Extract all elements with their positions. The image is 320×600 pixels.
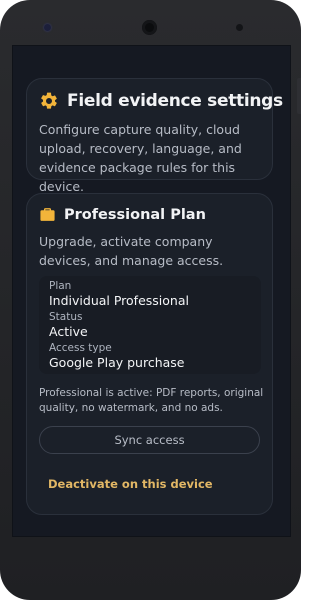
plan-card: Professional Plan Upgrade, activate comp… [26,193,273,515]
status-value: Active [49,324,88,339]
front-camera [142,20,157,35]
plan-header: Professional Plan [39,206,206,223]
plan-info-panel: Plan Individual Professional Status Acti… [39,276,261,374]
settings-card: Field evidence settings Configure captur… [26,78,283,194]
earpiece [236,24,243,31]
plan-value: Individual Professional [49,293,189,308]
access-type-value: Google Play purchase [49,355,185,370]
settings-title: Field evidence settings [67,91,283,111]
plan-description: Upgrade, activate company devices, and m… [39,234,224,268]
proximity-sensor [44,24,51,31]
deactivate-link[interactable]: Deactivate on this device [48,477,213,491]
phone-frame: Field evidence settings Configure captur… [0,0,301,600]
access-type-label: Access type [49,342,112,354]
settings-header: Field evidence settings [39,91,283,111]
plan-title: Professional Plan [64,206,206,223]
status-label: Status [49,311,83,323]
side-button [297,78,301,114]
briefcase-icon [40,208,55,221]
plan-label: Plan [49,280,72,292]
sync-access-button[interactable]: Sync access [39,426,260,454]
gear-icon [41,92,57,109]
screen: Field evidence settings Configure captur… [12,45,291,537]
plan-note: Professional is active: PDF reports, ori… [39,387,264,414]
settings-description: Configure capture quality, cloud upload,… [39,122,242,194]
